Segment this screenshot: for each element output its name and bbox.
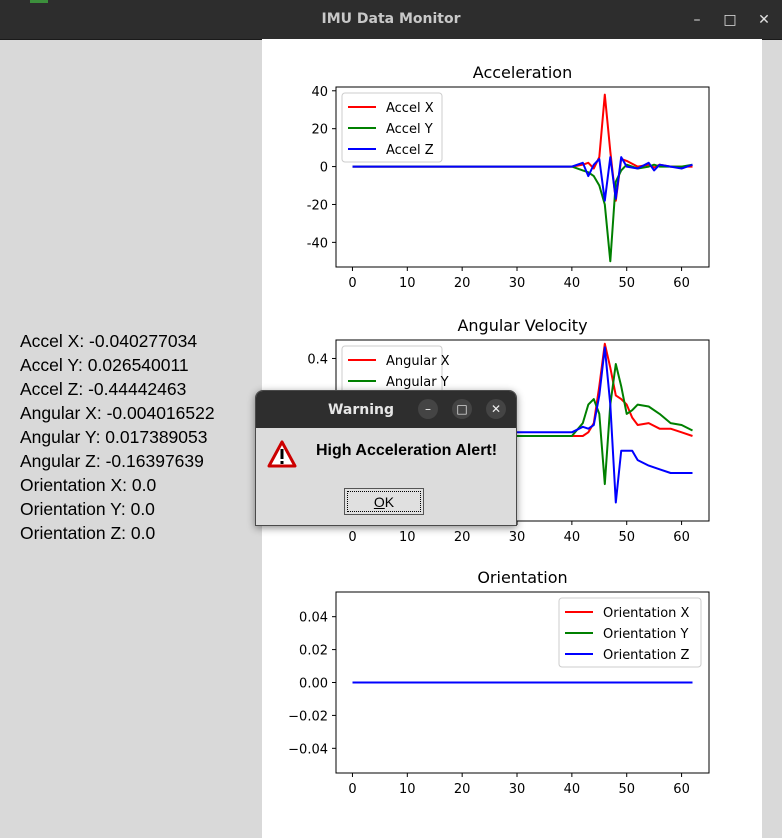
chart2-legend-label: Orientation Y [603, 627, 689, 642]
chart0-ytick-label: -40 [307, 236, 328, 251]
chart0-ytick-label: -20 [307, 198, 328, 213]
chart0-ytick-label: 20 [311, 123, 328, 138]
chart0-legend-label: Accel X [386, 101, 434, 116]
chart1-xtick-label: 0 [348, 530, 356, 545]
chart1-xtick-label: 10 [399, 530, 416, 545]
chart1-legend-label: Angular Y [386, 375, 449, 390]
chart1-title: Angular Velocity [457, 316, 587, 335]
close-button[interactable]: ✕ [754, 10, 774, 30]
chart2-xtick-label: 0 [348, 782, 356, 797]
chart1-xtick-label: 60 [673, 530, 690, 545]
titlebar-accent [30, 0, 48, 3]
ok-label-rest: K [384, 494, 395, 510]
dialog-message: High Acceleration Alert! [316, 442, 498, 459]
chart1-legend-label: Angular X [386, 354, 450, 369]
warning-triangle-icon [267, 440, 297, 468]
chart2-xtick-label: 20 [454, 782, 471, 797]
readout-accel-x: Accel X: -0.040277034 [20, 331, 198, 351]
ok-mnemonic: O [373, 494, 385, 510]
chart2-legend-label: Orientation X [603, 606, 690, 621]
chart2-ytick-label: 0.00 [299, 677, 328, 692]
chart0-xtick-label: 40 [564, 276, 581, 291]
chart2-xtick-label: 30 [509, 782, 526, 797]
dialog-body: High Acceleration Alert! OK [256, 428, 516, 525]
chart0-series-accel-y [352, 163, 693, 263]
chart1-xtick-label: 20 [454, 530, 471, 545]
chart0-ytick-label: 40 [311, 85, 328, 100]
chart1-ytick-label: 0.4 [307, 352, 328, 367]
chart0-legend-label: Accel Y [386, 122, 433, 137]
chart1-xtick-label: 30 [509, 530, 526, 545]
chart0-xtick-label: 30 [509, 276, 526, 291]
chart2-xtick-label: 50 [618, 782, 635, 797]
warning-dialog: Warning – □ ✕ High Acceleration Alert! O… [255, 390, 517, 526]
dialog-titlebar: Warning – □ ✕ [256, 391, 516, 428]
readout-panel: Accel X: -0.040277034 Accel Y: 0.0265400… [20, 329, 215, 545]
chart2-ytick-label: 0.02 [299, 644, 328, 659]
chart2-title: Orientation [477, 568, 567, 587]
dialog-maximize-button[interactable]: □ [452, 399, 472, 419]
chart2-xtick-label: 40 [564, 782, 581, 797]
chart1-xtick-label: 50 [618, 530, 635, 545]
chart0-xtick-label: 20 [454, 276, 471, 291]
chart1-xtick-label: 40 [564, 530, 581, 545]
maximize-button[interactable]: □ [720, 10, 740, 30]
readout-orientation-z: Orientation Z: 0.0 [20, 523, 156, 543]
readout-orientation-x: Orientation X: 0.0 [20, 475, 157, 495]
chart2-ytick-label: 0.04 [299, 611, 328, 626]
chart2-legend-label: Orientation Z [603, 648, 690, 663]
window-titlebar: IMU Data Monitor – □ ✕ [0, 0, 782, 40]
chart2-ytick-label: −0.02 [288, 709, 328, 724]
readout-angular-z: Angular Z: -0.16397639 [20, 451, 204, 471]
minimize-button[interactable]: – [687, 10, 707, 30]
chart0-series-accel-z [352, 156, 693, 202]
readout-accel-z: Accel Z: -0.44442463 [20, 379, 187, 399]
chart2-xtick-label: 10 [399, 782, 416, 797]
chart0-legend-label: Accel Z [386, 143, 434, 158]
chart2-xtick-label: 60 [673, 782, 690, 797]
readout-angular-x: Angular X: -0.004016522 [20, 403, 215, 423]
ok-button[interactable]: OK [344, 488, 424, 515]
dialog-minimize-button[interactable]: – [418, 399, 438, 419]
window-title: IMU Data Monitor [321, 11, 461, 27]
chart0-ytick-label: 0 [320, 161, 328, 176]
dialog-close-button[interactable]: ✕ [486, 399, 506, 419]
chart0-xtick-label: 10 [399, 276, 416, 291]
readout-orientation-y: Orientation Y: 0.0 [20, 499, 155, 519]
chart0-xtick-label: 0 [348, 276, 356, 291]
chart0-xtick-label: 50 [618, 276, 635, 291]
readout-angular-y: Angular Y: 0.017389053 [20, 427, 208, 447]
readout-accel-y: Accel Y: 0.026540011 [20, 355, 189, 375]
chart0-xtick-label: 60 [673, 276, 690, 291]
chart2-ytick-label: −0.04 [288, 742, 328, 757]
chart0-title: Acceleration [473, 63, 572, 82]
